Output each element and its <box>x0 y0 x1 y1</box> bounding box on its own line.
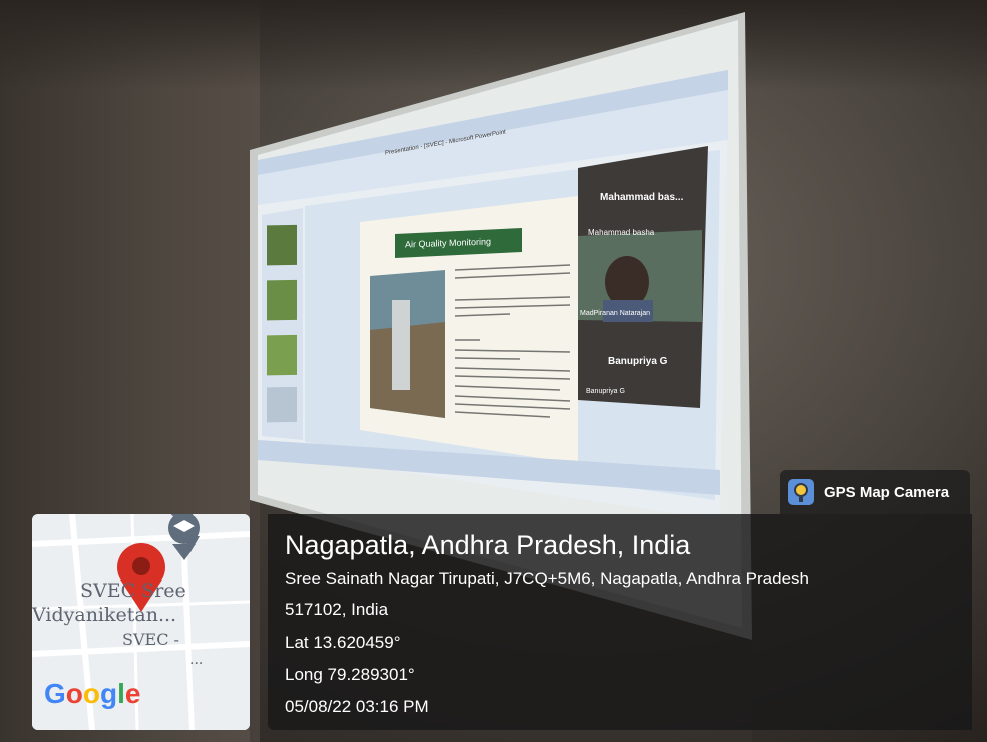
map-label-line1: SVEC Sree <box>80 580 186 602</box>
longitude: Long 79.289301° <box>285 665 415 684</box>
map-ellipsis: ... <box>190 652 204 668</box>
map-label-line3: SVEC - <box>122 630 179 649</box>
video-tile-3-caption: Banupriya G <box>586 388 625 395</box>
address-line-2: 517102, India <box>285 600 389 619</box>
gps-map-camera-icon <box>788 479 814 505</box>
map-label-line2: Vidyaniketan... <box>32 604 177 626</box>
video-tile-1-caption: Mahammad basha <box>588 228 655 237</box>
video-tile-1-name: Mahammad bas... <box>600 192 684 203</box>
map-thumbnail: SVEC Sree Vidyaniketan... SVEC - ... Goo… <box>32 514 250 730</box>
gps-map-camera-badge: GPS Map Camera <box>780 470 970 514</box>
video-tile-2-caption: MadPiranan Natarajan <box>580 310 651 317</box>
gps-app-name: GPS Map Camera <box>824 483 950 501</box>
datetime: 05/08/22 03:16 PM <box>285 697 429 716</box>
video-tile-3-name: Banupriya G <box>608 356 668 367</box>
google-logo: Google <box>44 678 141 709</box>
address-line-1: Sree Sainath Nagar Tirupati, J7CQ+5M6, N… <box>285 569 810 588</box>
latitude: Lat 13.620459° <box>285 633 401 652</box>
location-title: Nagapatla, Andhra Pradesh, India <box>285 530 691 560</box>
